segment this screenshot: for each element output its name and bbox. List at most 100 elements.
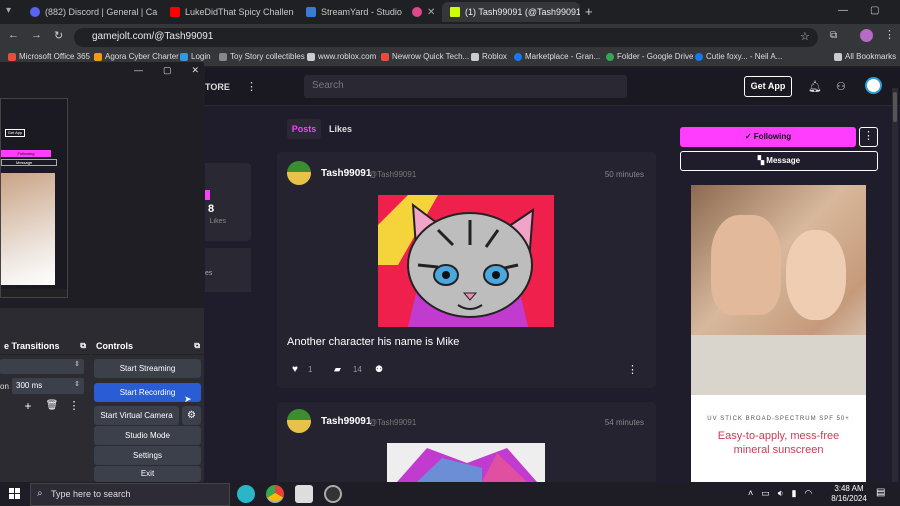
virtual-camera-settings-icon[interactable]: ⚙ [182,406,201,425]
profile-menu-button[interactable]: ⋮ [859,127,878,147]
like-button[interactable]: ♥ 1 [292,364,312,375]
avatar-face [287,420,311,433]
taskbar-clock[interactable]: 3:48 AM 8/16/2024 [826,484,872,504]
minimize-icon[interactable]: — [838,5,848,16]
friends-icon[interactable]: ⚇ [836,80,846,93]
search-input[interactable]: Search [304,75,627,98]
scrollbar-thumb[interactable] [893,92,897,122]
bookmark-item[interactable]: Agora Cyber Charter [94,52,179,61]
bookmark-star-icon[interactable]: ☆ [800,30,810,43]
bookmark-item[interactable]: Roblox [471,52,507,61]
post-image[interactable] [387,443,545,482]
tab-gamejolt[interactable]: (1) Tash99091 (@Tash99091) ✕ [442,2,580,22]
reload-icon[interactable]: ↻ [54,29,63,42]
profile-avatar[interactable] [860,29,873,42]
obs-icon[interactable] [324,485,342,503]
bookmark-item[interactable]: Toy Story collectibles [219,52,305,61]
post-image[interactable] [378,195,554,327]
undock-icon[interactable]: ⧉ [194,341,200,351]
taskbar-search-input[interactable]: ⌕ Type here to search [30,483,230,506]
clock-date: 8/16/2024 [831,494,867,503]
child-figure [786,230,846,320]
drawing-preview [387,443,545,482]
avatar[interactable] [287,409,311,433]
obs-titlebar: — ▢ ✕ [0,62,204,80]
maximize-icon[interactable]: ▢ [163,65,172,76]
network-icon[interactable]: ▭ [761,488,770,499]
bookmark-item[interactable]: Cutie foxy... - Neil A... [695,52,782,61]
bookmark-label: Cutie foxy... - Neil A... [706,52,783,61]
comment-button[interactable]: ▰ 14 [334,364,362,375]
notifications-bell-icon[interactable]: 🔔︎ [808,80,822,93]
close-icon[interactable]: ✕ [427,7,435,18]
studio-mode-button[interactable]: Studio Mode [94,426,201,445]
close-icon[interactable]: ✕ [192,65,200,76]
tab-likes[interactable]: Likes [329,119,357,139]
tab-posts[interactable]: Posts [287,119,321,139]
user-avatar[interactable] [865,77,882,94]
post-username[interactable]: Tash99091 [321,168,371,179]
browser-menu-icon[interactable]: ⋮ [884,28,895,41]
transition-menu-icon[interactable]: ⋮ [66,398,82,414]
chrome-icon[interactable] [266,485,284,503]
battery-icon[interactable]: ▮ [791,488,796,499]
maximize-icon[interactable]: ▢ [870,5,879,16]
avatar[interactable] [287,161,311,185]
post-time[interactable]: 54 minutes [605,418,644,427]
post-username[interactable]: Tash99091 [321,416,371,427]
post-time[interactable]: 50 minutes [605,170,644,179]
scrollbar[interactable] [892,88,898,483]
all-bookmarks[interactable]: All Bookmarks [834,52,896,61]
tab-youtube[interactable]: LukeDidThat Spicy Challenge ✕ [162,2,294,22]
post-menu-icon[interactable]: ⋮ [627,363,638,376]
undock-icon[interactable]: ⧉ [80,341,86,351]
store-link[interactable]: TORE [205,82,230,92]
tab-discord[interactable]: (882) Discord | General | Ca [22,2,158,22]
back-icon[interactable]: ← [8,29,19,42]
taskbar-search-placeholder: Type here to search [51,489,131,499]
bookmark-item[interactable]: Folder - Google Drive [606,52,693,61]
extensions-icon[interactable]: ⧉ [830,30,837,41]
post-handle[interactable]: @Tash99091 [369,170,416,179]
more-menu-icon[interactable]: ⋮ [246,80,257,93]
bookmark-item[interactable]: Microsoft Office 365 [8,52,90,61]
forward-icon[interactable]: → [31,29,42,42]
settings-button[interactable]: Settings [94,446,201,465]
following-button[interactable]: ✓ Following [680,127,856,147]
add-transition-button[interactable]: + [20,398,36,414]
windows-start-icon[interactable] [9,488,20,499]
preview-taskbar [1,289,67,297]
delete-transition-icon[interactable]: 🗑︎ [44,398,60,414]
chevron-up-icon[interactable]: ˄ [748,488,753,499]
new-tab-button[interactable]: + [585,4,593,19]
url-bar[interactable]: gamejolt.com/@Tash99091 [74,28,818,47]
window-controls: — ▢ ✕ [838,5,900,16]
sticker-icon[interactable]: ⚉ [375,364,383,375]
message-button[interactable]: ▚ Message [680,151,878,171]
advertisement[interactable]: ✕ UV STICK BROAD-SPECTRUM SPF 50+ Easy-t… [691,185,866,482]
start-streaming-button[interactable]: Start Streaming [94,359,201,378]
bookmark-item[interactable]: Newrow Quick Tech... [381,52,469,61]
notifications-icon[interactable]: ▤ [876,487,885,498]
volume-icon[interactable]: 🔉︎ [778,488,784,499]
minimize-icon[interactable]: — [134,65,143,76]
post-handle[interactable]: @Tash99091 [369,418,416,427]
get-app-button[interactable]: Get App [744,76,792,97]
transition-select[interactable]: ⇕ [0,359,84,374]
roblox-icon[interactable] [295,485,313,503]
tab-streamyard[interactable]: StreamYard - Studio [298,2,402,22]
bookmark-item[interactable]: www.roblox.com [307,52,376,61]
app-icon-blue[interactable] [237,485,255,503]
obs-preview[interactable]: Get App Following Message [0,80,204,308]
start-virtual-camera-button[interactable]: Start Virtual Camera [94,406,179,425]
tab-recording[interactable]: ✕ [404,2,440,22]
bookmark-item[interactable]: Login [180,52,211,61]
bookmark-item[interactable]: Marketplace - Gran... [514,52,600,61]
woman-figure [711,215,781,315]
exit-button[interactable]: Exit [94,466,201,482]
tab-search-icon[interactable]: ▾ [6,5,18,17]
obs-window-controls: — ▢ ✕ [134,65,199,76]
duration-input[interactable]: 300 ms ⇕ [12,378,84,394]
streamyard-icon [306,7,316,17]
wifi-icon[interactable]: ◠ [804,488,812,499]
